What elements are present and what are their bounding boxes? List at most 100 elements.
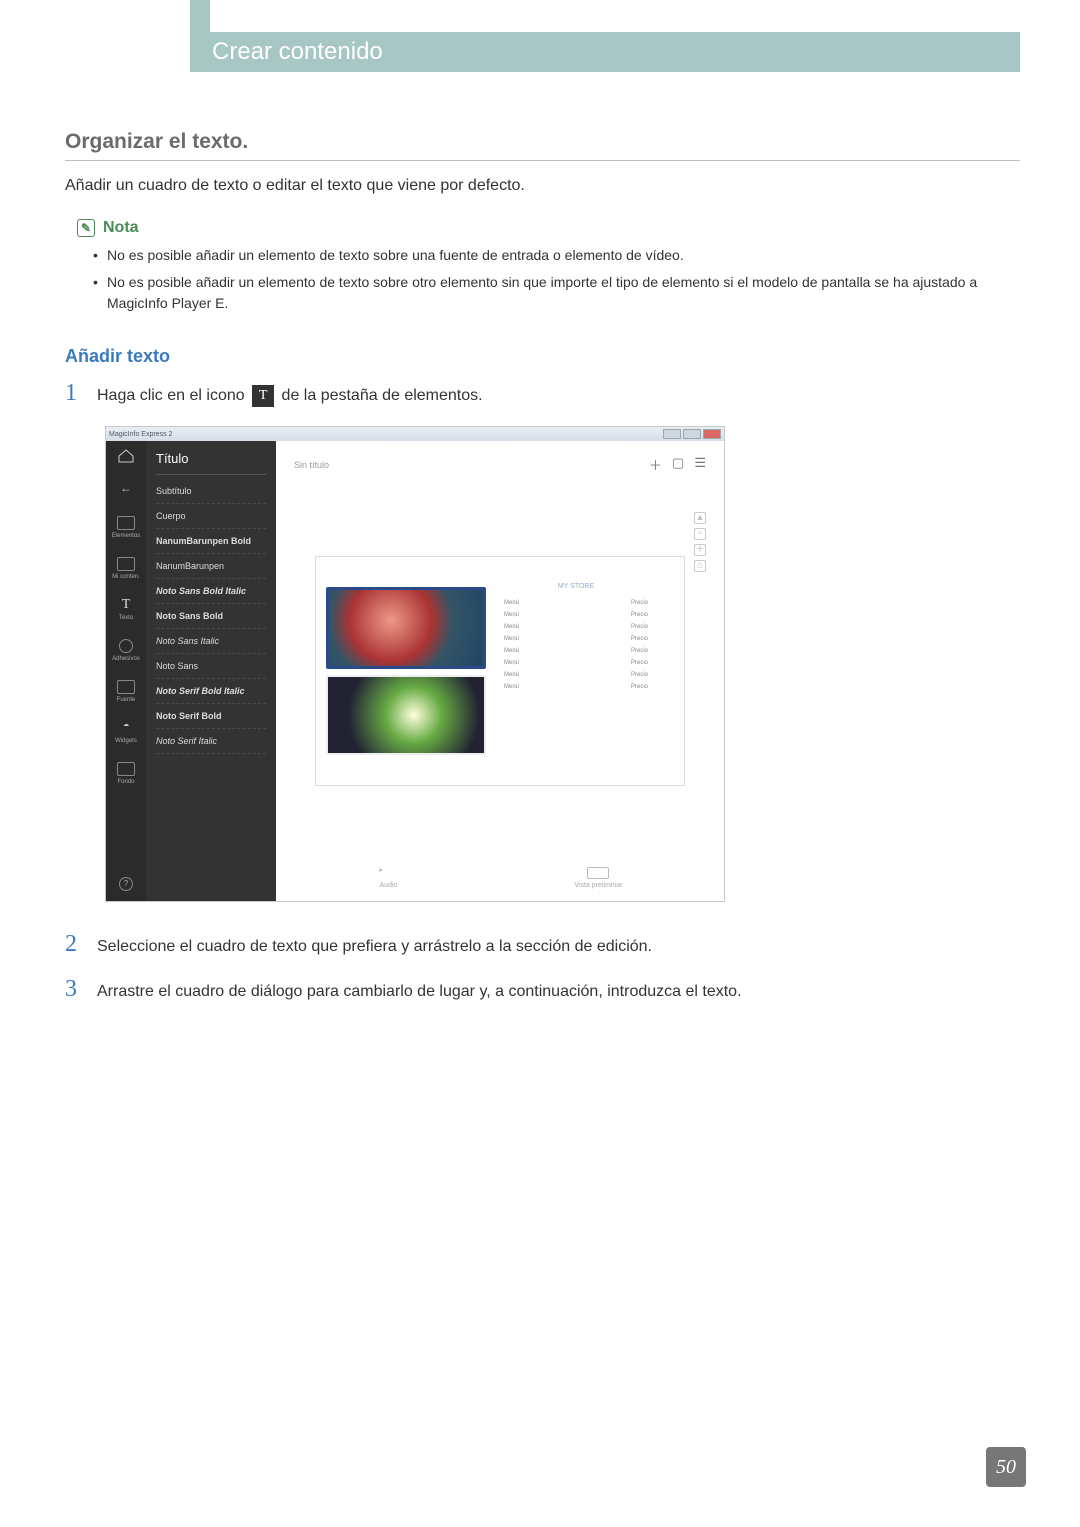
audio-icon: 🕨 [377,867,399,879]
mycontent-icon [117,557,135,571]
zoom-reset-button[interactable]: ⌂ [694,560,706,572]
rail-label: Texto [119,615,133,621]
page-top-tab [190,0,210,32]
menu-label: Menú [504,660,519,666]
font-style-item[interactable]: Noto Sans Italic [156,629,266,654]
price-label: Precio [631,660,648,666]
step-2-text: Seleccione el cuadro de texto que prefie… [97,932,652,959]
font-style-item[interactable]: NanumBarunpen Bold [156,529,266,554]
rail-text[interactable]: T Texto [117,598,135,621]
rail-label: Fuente [117,697,136,703]
font-style-item[interactable]: Noto Sans [156,654,266,679]
subsection-title: Añadir texto [65,346,1020,367]
rail-stickers[interactable]: Adhesivos [112,639,140,662]
zoom-controls: ▴ ▫ ＋ ⌂ [694,512,706,829]
chapter-title-bar: Crear contenido [190,32,1020,72]
save-icon[interactable]: ▢ [672,455,684,474]
chapter-title: Crear contenido [212,38,383,65]
note-item: No es posible añadir un elemento de text… [93,272,1020,314]
preview-photo-2 [326,675,486,755]
step-1-text-b: de la pestaña de elementos. [282,387,483,404]
rail-widgets[interactable]: ☁ Widgets [115,721,137,744]
menu-label: Menú [504,684,519,690]
price-label: Precio [631,612,648,618]
menu-label: Menú [504,612,519,618]
tool-rail: ← Elementos Mi conten. T Texto Adh [106,441,146,901]
step-number: 3 [65,977,83,1001]
elements-icon [117,516,135,530]
window-maximize-button[interactable] [683,429,701,439]
source-icon [117,680,135,694]
font-style-item[interactable]: Noto Serif Bold [156,704,266,729]
step-number: 1 [65,381,83,405]
page-number: 50 [986,1447,1026,1487]
zoom-fit-button[interactable]: ▫ [694,528,706,540]
zoom-in-button[interactable]: ＋ [694,544,706,556]
section-title: Organizar el texto. [65,130,1020,161]
price-label: Precio [631,672,648,678]
menu-label: Menú [504,672,519,678]
font-style-item[interactable]: Subtítulo [156,479,266,504]
rail-background[interactable]: Fondo [117,762,135,785]
footer-preview-label: Vista preliminar [574,882,622,889]
document-title[interactable]: Sin título [294,460,329,470]
step-1-text-a: Haga clic en el icono [97,387,249,404]
preview-icon [587,867,609,879]
font-style-item[interactable]: NanumBarunpen [156,554,266,579]
background-icon [117,762,135,776]
rail-home[interactable] [117,449,135,463]
page-preview[interactable]: MY STORE Menú Precio Menú Precio Menú Preci… [315,556,685,786]
font-style-item[interactable]: Noto Serif Italic [156,729,266,754]
note-icon: ✎ [77,219,95,237]
footer-audio[interactable]: 🕨 Audio [377,867,399,889]
step-3-text: Arrastre el cuadro de diálogo para cambi… [97,977,742,1004]
rail-label: Adhesivos [112,656,140,662]
back-icon: ← [117,481,135,495]
text-tool-icon: T [252,385,274,407]
note-block: ✎ Nota No es posible añadir un elemento … [77,219,1020,314]
home-icon [117,449,135,463]
text-icon: T [117,598,135,612]
window-minimize-button[interactable] [663,429,681,439]
rail-label: Fondo [117,779,134,785]
font-style-item[interactable]: Noto Sans Bold [156,604,266,629]
price-label: Precio [631,624,648,630]
rail-label: Widgets [115,738,137,744]
stickers-icon [119,639,133,653]
font-style-item[interactable]: Noto Sans Bold Italic [156,579,266,604]
widgets-icon: ☁ [117,721,135,735]
font-styles-panel: Título Subtítulo Cuerpo NanumBarunpen Bo… [146,441,276,901]
step-2: 2 Seleccione el cuadro de texto que pref… [65,932,1020,959]
rail-source[interactable]: Fuente [117,680,136,703]
list-icon[interactable]: ☰ [694,455,706,474]
rail-elements[interactable]: Elementos [112,516,140,539]
add-icon[interactable]: ＋ [649,455,662,474]
preview-photo-1 [326,587,486,669]
rail-mycontent[interactable]: Mi conten. [112,557,140,580]
price-label: Precio [631,648,648,654]
rail-back[interactable]: ← [117,481,135,498]
font-style-item[interactable]: Cuerpo [156,504,266,529]
footer-audio-label: Audio [380,882,398,889]
step-3: 3 Arrastre el cuadro de diálogo para cam… [65,977,1020,1004]
price-label: Precio [631,684,648,690]
window-title: MagicInfo Express 2 [109,431,172,438]
footer-preview[interactable]: Vista preliminar [574,867,622,889]
app-screenshot: MagicInfo Express 2 ← [105,426,725,902]
font-style-item[interactable]: Noto Serif Bold Italic [156,679,266,704]
section-intro: Añadir un cuadro de texto o editar el te… [65,177,1020,195]
rail-help[interactable]: ? [119,877,133,891]
window-close-button[interactable] [703,429,721,439]
menu-label: Menú [504,624,519,630]
note-item: No es posible añadir un elemento de text… [93,245,1020,266]
price-label: Precio [631,600,648,606]
font-panel-header: Título [156,451,266,475]
canvas-area: Sin título ＋ ▢ ☰ MY STORE [276,441,724,901]
menu-label: Menú [504,600,519,606]
preview-header: MY STORE [504,583,648,590]
window-titlebar: MagicInfo Express 2 [106,427,724,441]
menu-label: Menú [504,636,519,642]
price-label: Precio [631,636,648,642]
zoom-up-button[interactable]: ▴ [694,512,706,524]
note-label: Nota [103,219,139,237]
